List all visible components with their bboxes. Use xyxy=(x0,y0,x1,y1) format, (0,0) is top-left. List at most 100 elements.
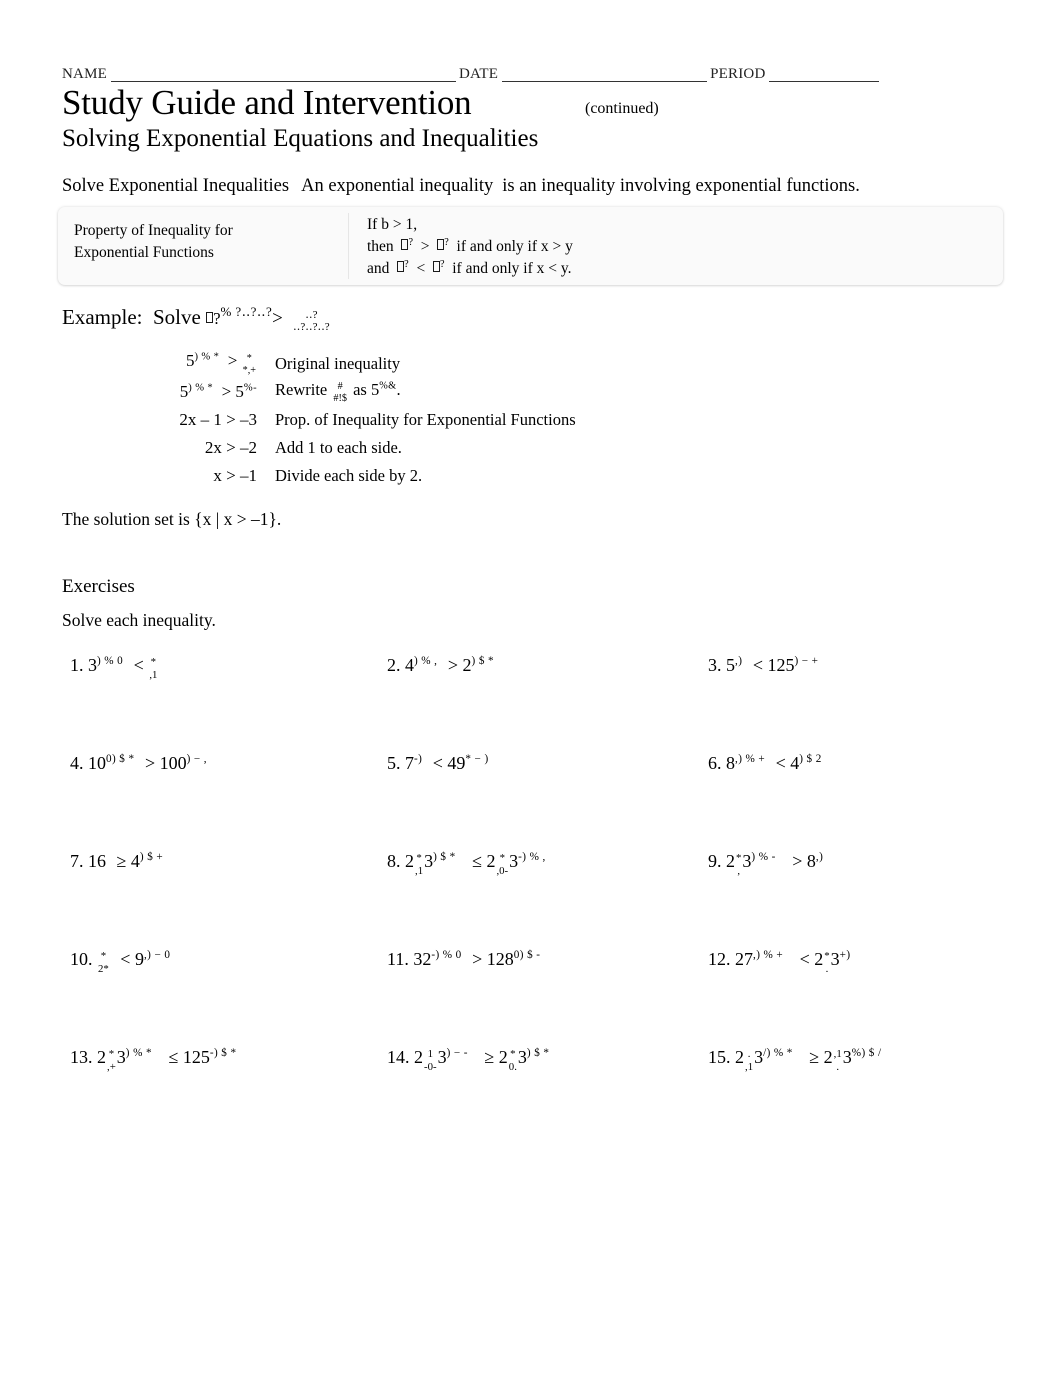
exercise-rhs-base: 2 xyxy=(462,655,472,675)
exercise-lhs-fraction: . ,1 xyxy=(745,1048,753,1073)
section-heading: Solve Exponential Inequalities xyxy=(62,176,290,196)
exercise-relation: ≤ xyxy=(472,851,482,871)
missing-glyph-box xyxy=(432,260,440,272)
exercise-item-7[interactable]: 7. 16 ≥ 4) $ + xyxy=(62,846,375,944)
exercise-item-6[interactable]: 6. 8,) % + < 4) $ 2 xyxy=(688,748,1001,846)
exercise-rhs-base: 9 xyxy=(134,949,144,969)
solution-step-row: 5) % * > * *,+ Original inequality xyxy=(62,350,702,378)
exercise-lhs-exponent: -) % 0 xyxy=(431,949,462,961)
solution-step-row: x > –1 Divide each side by 2. xyxy=(62,462,702,490)
rule-line-2: then ? > ? if and only if x > y xyxy=(367,236,573,255)
exercise-row: 13. 2 * ,+ 3) % * ≤ 125-) $ * 14. 2 1 -0- 3) −… xyxy=(62,1042,1002,1140)
exercise-lhs-base: 2 xyxy=(726,851,735,871)
exercise-number: 10. xyxy=(70,949,93,969)
step-2-desc-fraction: # #!$ xyxy=(333,381,347,404)
step-5-math: x > –1 xyxy=(213,466,257,485)
exercise-frac-den: , xyxy=(737,864,741,877)
solution-step-row: 2x – 1 > –3 Prop. of Inequality for Expo… xyxy=(62,406,702,434)
exercise-frac-num: . xyxy=(747,1048,751,1061)
step-2-description: Rewrite # #!$ as 5%&. xyxy=(275,378,702,406)
example-fraction-numerator: ‥? xyxy=(305,308,318,321)
name-blank-line[interactable] xyxy=(110,70,456,82)
exercise-relation: ≥ xyxy=(484,1047,495,1067)
exercise-lhs-base: 2 xyxy=(405,851,414,871)
exercise-rhs-exponent: ) $ + xyxy=(139,851,164,863)
page-subtitle: Solving Exponential Equations and Inequa… xyxy=(62,125,539,152)
exercise-item-2[interactable]: 2. 4) % , > 2) $ * xyxy=(375,650,688,748)
rule-line-3: and ? < ? if and only if x < y. xyxy=(367,258,572,277)
exercise-rhs-base2: 3 xyxy=(842,1047,852,1067)
step-1-relation: > xyxy=(227,351,238,371)
exercise-number: 5. xyxy=(387,753,401,773)
exercise-relation: ≥ xyxy=(116,851,127,871)
exercise-rhs-fraction: * 0. xyxy=(509,1048,517,1073)
exercise-frac-den: ,1 xyxy=(149,668,158,681)
period-blank-line[interactable] xyxy=(769,70,880,82)
exercise-lhs-base: 32 xyxy=(413,949,432,969)
exercise-lhs-fraction: *, xyxy=(736,852,741,877)
step-4-math: 2x > –2 xyxy=(204,438,257,457)
step-1-frac-num: * xyxy=(246,353,252,365)
exercise-rhs-exponent: ) $ * xyxy=(526,1047,550,1059)
step-1-fraction: * *,+ xyxy=(243,353,256,376)
step-2-exponent: ) % * xyxy=(188,382,214,394)
exercise-item-10[interactable]: 10. * 2* < 9,) − 0 xyxy=(62,944,375,1042)
step-2-desc-end: . xyxy=(396,380,401,400)
exercise-item-4[interactable]: 4. 100) $ * > 100) − , xyxy=(62,748,375,846)
exercise-lhs-base: 27 xyxy=(735,949,753,969)
date-blank-line[interactable] xyxy=(502,70,708,82)
exercise-frac-den: ,1 xyxy=(415,864,424,877)
exercise-item-1[interactable]: 1. 3) % 0 < * ,1 xyxy=(62,650,375,748)
step-3-math: 2x – 1 > –3 xyxy=(179,410,257,429)
exercise-rhs-exponent: ) − , xyxy=(186,753,207,765)
exercise-rhs-base: 128 xyxy=(486,949,514,969)
student-info-bar: NAME DATE PERIOD xyxy=(62,62,962,82)
exercise-item-12[interactable]: 12. 27,) % + < 2 *. 3+) xyxy=(688,944,1001,1042)
exercise-lhs-fraction: * ,+ xyxy=(107,1048,116,1073)
page-title: Study Guide and Intervention xyxy=(62,83,472,122)
exercise-item-8[interactable]: 8. 2 * ,1 3) $ * ≤ 2 * ,0- 3-) % , xyxy=(375,846,688,944)
exercise-item-13[interactable]: 13. 2 * ,+ 3) % * ≤ 125-) $ * xyxy=(62,1042,375,1140)
exercise-frac-den: ,+ xyxy=(107,1060,116,1073)
exercise-number: 8. xyxy=(387,851,401,871)
step-1-description: Original inequality xyxy=(275,354,401,373)
rule2-suffix: if and only if x > y xyxy=(456,237,573,255)
exercise-rhs-exponent: ) − + xyxy=(794,655,819,667)
exercise-item-5[interactable]: 5. 7-) < 49* − ) xyxy=(375,748,688,846)
example-fraction-denominator: ‥?‥?‥? xyxy=(293,321,330,333)
exercise-lead-fraction: * 2* xyxy=(98,950,109,975)
example-fraction: ‥? ‥?‥?‥? xyxy=(293,309,330,334)
exercise-number: 3. xyxy=(708,655,722,675)
exercise-rhs-exponent: ) $ * xyxy=(471,655,494,667)
example-exponent: % ?‥?‥? xyxy=(220,304,273,319)
exercise-item-9[interactable]: 9. 2 *, 3) % - > 8,) xyxy=(688,846,1001,944)
exercises-title: Exercises xyxy=(62,576,135,597)
exercise-item-15[interactable]: 15. 2. ,1 3/) % * ≥ 2,1. 3%) $ / xyxy=(688,1042,1001,1140)
exercise-rhs-exponent: +) xyxy=(839,949,851,961)
exercise-lhs-base2: 3 xyxy=(116,1047,126,1067)
exercise-frac-den: ,0- xyxy=(496,864,509,877)
exercise-number: 9. xyxy=(708,851,722,871)
exercise-lhs-base: 16 xyxy=(88,851,106,871)
exercise-frac-num: * xyxy=(499,852,505,865)
date-label: DATE xyxy=(458,66,499,82)
exercise-number: 14. xyxy=(387,1047,410,1067)
example-relation: > xyxy=(272,308,283,329)
exercise-relation: < xyxy=(432,753,443,773)
exercise-item-11[interactable]: 11. 32-) % 0 > 1280) $ - xyxy=(375,944,688,1042)
rule3-prefix: and xyxy=(367,259,390,277)
exercise-lhs-base: 2 xyxy=(414,1047,423,1067)
exercise-item-3[interactable]: 3. 5,) < 125) − + xyxy=(688,650,1001,748)
exercise-rhs-base2: 3 xyxy=(830,949,840,969)
exercise-lhs-exponent: /) % * xyxy=(763,1047,793,1059)
exercise-item-14[interactable]: 14. 2 1 -0- 3) − - ≥ 2 * 0. 3) $ * xyxy=(375,1042,688,1140)
exercise-frac-num: * xyxy=(416,852,422,865)
exercise-frac-num: ,1 xyxy=(833,1048,842,1061)
step-2-desc-frac-num: # xyxy=(337,381,343,393)
exercise-lhs-fraction: * ,1 xyxy=(415,852,423,877)
name-label: NAME xyxy=(62,66,107,82)
step-2-base: 5 xyxy=(179,382,189,401)
exercise-frac-num: * xyxy=(100,950,107,963)
exercise-frac-num: * xyxy=(824,950,830,963)
step-3-description: Prop. of Inequality for Exponential Func… xyxy=(275,410,576,429)
